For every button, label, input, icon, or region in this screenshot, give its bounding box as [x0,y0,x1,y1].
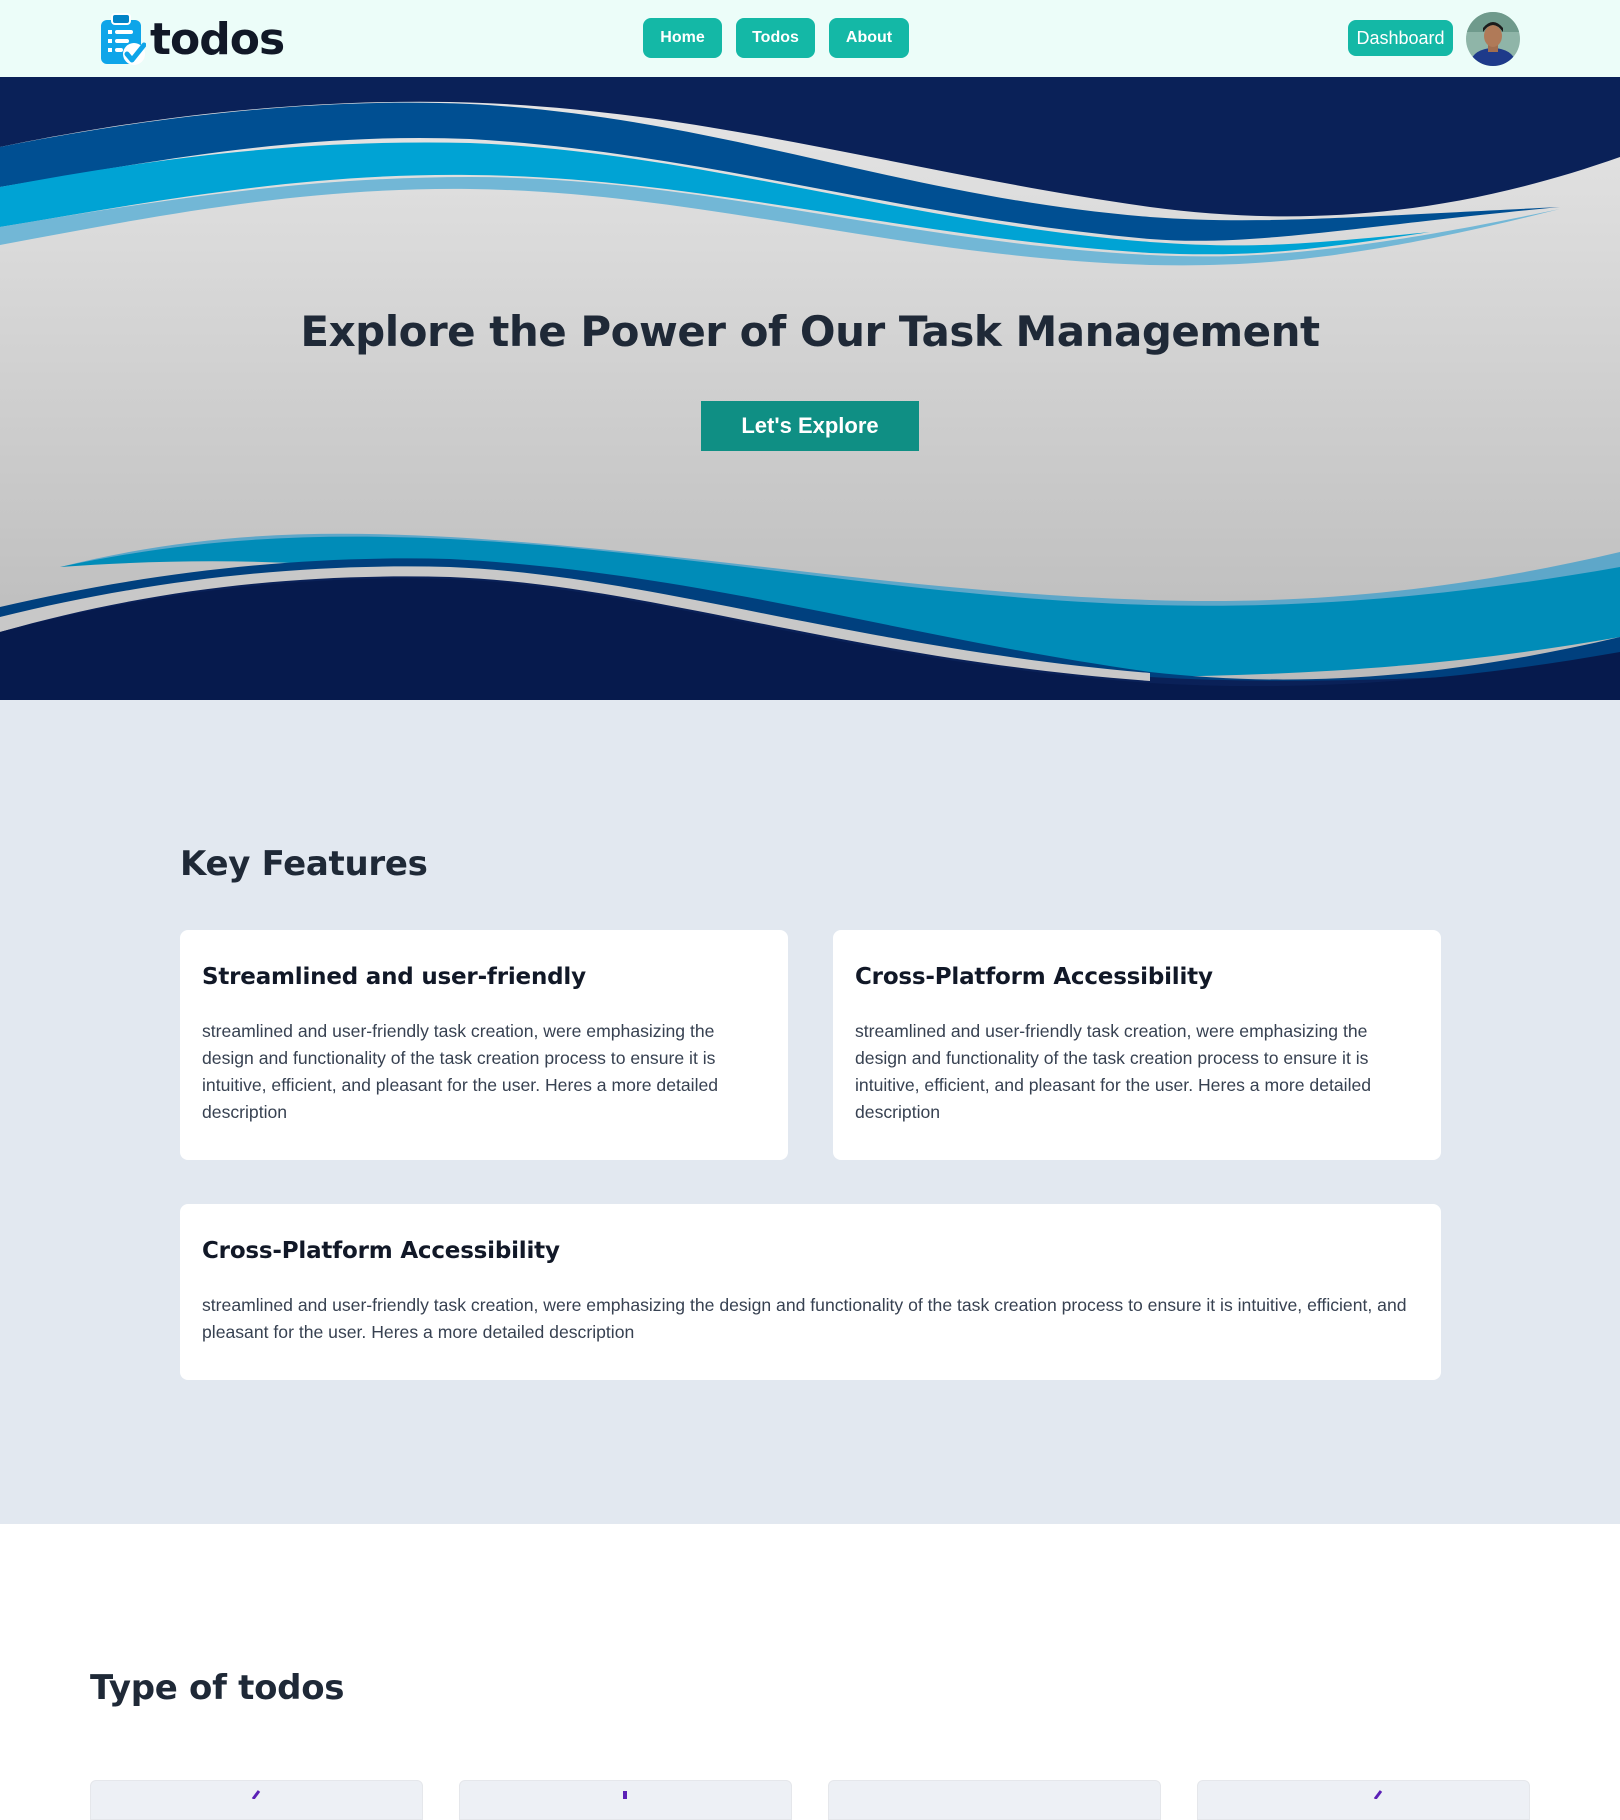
hero-wave-background [0,77,1620,700]
feature-card-body: streamlined and user-friendly task creat… [202,1295,1407,1342]
key-features-section: Key Features Streamlined and user-friend… [0,700,1620,1524]
nav-about-button[interactable]: About [829,18,909,58]
todo-type-card[interactable] [90,1780,423,1820]
feature-card: Streamlined and user-friendly streamline… [180,930,788,1160]
todo-type-card[interactable] [828,1780,1161,1820]
type-of-todos-title: Type of todos [90,1668,345,1708]
feature-card: Cross-Platform Accessibility streamlined… [833,930,1441,1160]
logo[interactable]: todos [98,12,285,66]
navbar: todos Home Todos About Dashboard [0,0,1620,77]
feature-card-body: streamlined and user-friendly task creat… [855,1021,1372,1122]
lets-explore-button[interactable]: Let's Explore [701,401,919,451]
clipboard-check-icon [101,13,146,65]
avatar-image [1466,12,1520,66]
nav-todos-button[interactable]: Todos [736,18,815,58]
feature-card-wide: Cross-Platform Accessibility streamlined… [180,1204,1441,1380]
todo-type-icon [623,1791,627,1799]
feature-card-title: Cross-Platform Accessibility [855,964,1213,990]
nav-home-button[interactable]: Home [643,18,722,58]
dashboard-button[interactable]: Dashboard [1348,20,1453,56]
main-nav: Home Todos About [643,18,909,58]
key-features-title: Key Features [180,844,428,884]
todo-type-icon [251,1790,261,1799]
todo-type-card[interactable] [1197,1780,1530,1820]
type-of-todos-section: Type of todos [0,1524,1620,1820]
hero-title: Explore the Power of Our Task Management [300,307,1320,356]
feature-card-title: Cross-Platform Accessibility [202,1238,560,1264]
user-avatar[interactable] [1466,12,1520,66]
hero-section: Explore the Power of Our Task Management… [0,77,1620,700]
feature-card-title: Streamlined and user-friendly [202,964,586,990]
logo-text: todos [150,13,285,65]
todo-type-card[interactable] [459,1780,792,1820]
feature-card-body: streamlined and user-friendly task creat… [202,1021,719,1122]
todo-type-icon [1373,1790,1383,1799]
